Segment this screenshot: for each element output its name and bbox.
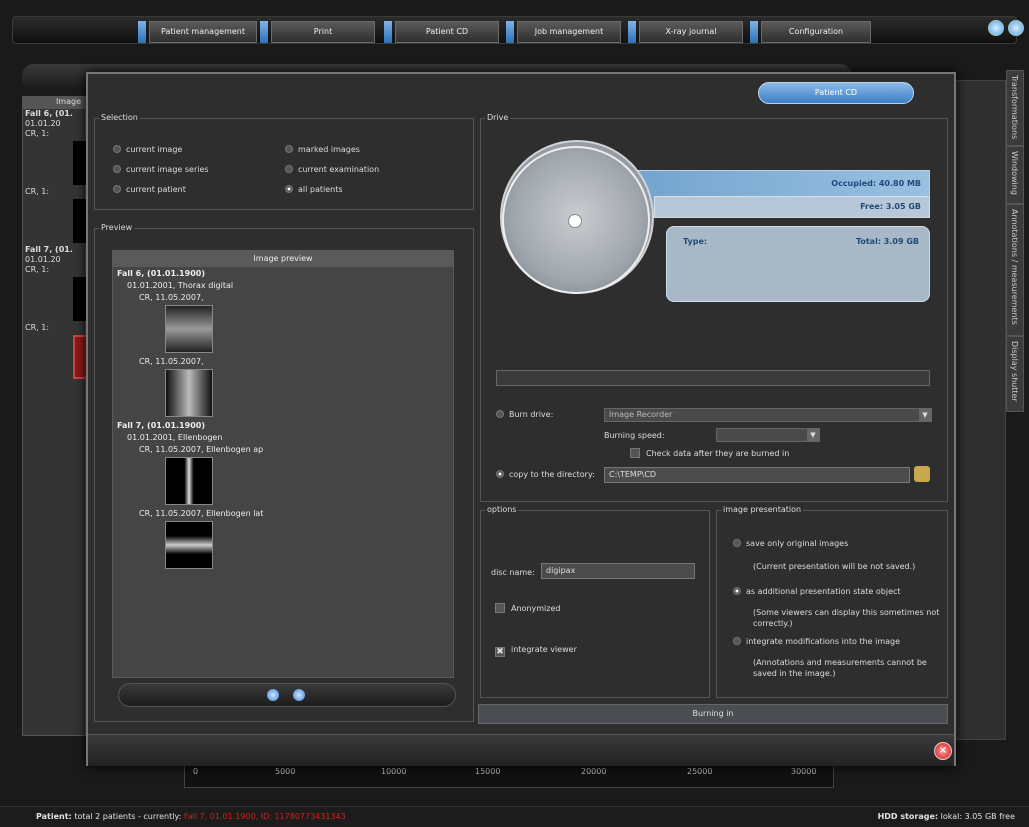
- close-icon[interactable]: ×: [934, 742, 952, 760]
- tab-xray-journal[interactable]: X-ray journal: [628, 21, 743, 43]
- burn-drive-select[interactable]: Image Recorder ▼: [604, 408, 932, 422]
- right-tool-panel: [956, 80, 1006, 740]
- total-label: Total: 3.09 GB: [855, 237, 919, 246]
- hdd-label: HDD storage:: [877, 812, 939, 821]
- radio-save-original[interactable]: save only original images: [733, 539, 848, 548]
- xray-thumbnail[interactable]: [165, 369, 213, 417]
- radio-integrate-modifications[interactable]: integrate modifications into the image: [733, 637, 900, 646]
- radio-current-patient[interactable]: current patient: [113, 185, 186, 194]
- patient-cd-dialog: Patient CD Selection current image marke…: [86, 72, 956, 766]
- tree-patient[interactable]: Fall 6, (01.01.1900): [117, 269, 205, 278]
- chevron-down-icon: ▼: [807, 429, 819, 441]
- tab-print[interactable]: Print: [260, 21, 375, 43]
- burning-in-button[interactable]: Burning in: [478, 704, 948, 724]
- tree-header: Image: [23, 97, 85, 109]
- note-original: (Current presentation will be not saved.…: [753, 562, 916, 571]
- options-group: options disc name: digipax Anonymized ✖ i…: [480, 505, 710, 698]
- tab-patient-management[interactable]: Patient management: [138, 21, 257, 43]
- radio-current-series[interactable]: current image series: [113, 165, 209, 174]
- radio-all-patients[interactable]: all patients: [285, 185, 343, 194]
- presentation-group: image presentation save only original im…: [716, 505, 948, 698]
- ruler-tick: 10000: [381, 767, 407, 776]
- main-menu-bar: Patient management Print Patient CD Job …: [12, 16, 1017, 44]
- radio-copy-directory[interactable]: copy to the directory:: [496, 470, 595, 479]
- image-preview-tree: Image preview Fall 6, (01.01.1900) 01.01…: [112, 250, 454, 678]
- tab-job-management[interactable]: Job management: [506, 21, 621, 43]
- zoom-in-icon[interactable]: [267, 689, 279, 701]
- xray-thumbnail[interactable]: [165, 521, 213, 569]
- tree-study[interactable]: 01.01.2001, Thorax digital: [127, 281, 233, 290]
- burn-speed-select[interactable]: ▼: [716, 428, 820, 442]
- zoom-out-icon[interactable]: [293, 689, 305, 701]
- xray-thumbnail[interactable]: [165, 305, 213, 353]
- burn-progress-bar: [496, 370, 930, 386]
- xray-thumbnail[interactable]: [165, 457, 213, 505]
- disc-name-label: disc name:: [491, 568, 535, 577]
- patient-tree: Image Fall 6, (01. 01.01.20 CR, 1: CR, 1…: [22, 96, 91, 736]
- current-patient: Fall 7, 01.01.1900, ID: 11780773431343: [183, 812, 346, 821]
- preview-zoom-bar: [118, 683, 456, 707]
- ruler-tick: 5000: [275, 767, 296, 776]
- tree-item[interactable]: Fall 6, (01.: [23, 109, 85, 119]
- directory-field[interactable]: C:\TEMP\CD: [604, 467, 910, 483]
- folder-icon[interactable]: [914, 466, 930, 482]
- radio-current-image[interactable]: current image: [113, 145, 182, 154]
- tab-annotations[interactable]: Annotations / measurements: [1006, 204, 1024, 336]
- dialog-title: Patient CD: [758, 82, 914, 104]
- radio-current-examination[interactable]: current examination: [285, 165, 379, 174]
- tree-item[interactable]: Fall 7, (01.: [23, 245, 85, 255]
- disk-hub: [568, 214, 582, 228]
- tree-series[interactable]: CR, 11.05.2007,: [139, 357, 204, 366]
- tree-series[interactable]: CR, 11.05.2007,: [139, 293, 204, 302]
- type-label: Type:: [683, 237, 708, 246]
- ruler-tick: 20000: [581, 767, 607, 776]
- tree-item[interactable]: CR, 1:: [23, 265, 85, 275]
- disc-name-field[interactable]: digipax: [541, 563, 695, 579]
- integrate-viewer-checkbox[interactable]: ✖ integrate viewer: [495, 645, 577, 657]
- tree-series[interactable]: CR, 11.05.2007, Ellenbogen lat: [139, 509, 263, 518]
- ruler-tick: 15000: [475, 767, 501, 776]
- minimize-icon[interactable]: [988, 20, 1004, 36]
- tree-patient[interactable]: Fall 7, (01.01.1900): [117, 421, 205, 430]
- tab-patient-cd[interactable]: Patient CD: [384, 21, 499, 43]
- note-presentation-state: (Some viewers can display this sometimes…: [753, 608, 940, 628]
- dialog-footer: [88, 734, 954, 766]
- ruler-tick: 25000: [687, 767, 713, 776]
- power-icon[interactable]: [1008, 20, 1024, 36]
- tab-configuration[interactable]: Configuration: [750, 21, 871, 43]
- patient-label: Patient:: [36, 812, 72, 821]
- tree-item[interactable]: 01.01.20: [23, 119, 85, 129]
- preview-header: Image preview: [113, 251, 453, 267]
- check-data-checkbox[interactable]: Check data after they are burned in: [630, 448, 789, 458]
- radio-presentation-state[interactable]: as additional presentation state object: [733, 587, 901, 596]
- ruler-tick: 30000: [791, 767, 817, 776]
- selection-group: Selection current image marked images cu…: [94, 113, 474, 210]
- anonymized-checkbox[interactable]: Anonymized: [495, 603, 560, 613]
- free-bar: Free: 3.05 GB: [654, 196, 930, 218]
- occupied-label: Occupied: 40.80 MB: [831, 179, 921, 188]
- note-integrate: (Annotations and measurements cannot be …: [753, 658, 927, 678]
- ruler-tick: 0: [193, 767, 199, 776]
- chevron-down-icon: ▼: [919, 409, 931, 421]
- radio-burn-drive[interactable]: Burn drive:: [496, 410, 553, 419]
- free-label: Free: 3.05 GB: [860, 202, 921, 211]
- radio-marked-images[interactable]: marked images: [285, 145, 360, 154]
- speed-label: Burning speed:: [604, 431, 665, 440]
- tree-item[interactable]: 01.01.20: [23, 255, 85, 265]
- tree-item[interactable]: CR, 1:: [23, 129, 85, 139]
- tree-series[interactable]: CR, 11.05.2007, Ellenbogen ap: [139, 445, 263, 454]
- tree-item[interactable]: CR, 1:: [23, 323, 85, 333]
- tab-display-shutter[interactable]: Display shutter: [1006, 336, 1024, 412]
- tree-study[interactable]: 01.01.2001, Ellenbogen: [127, 433, 222, 442]
- hdd-free: lokal: 3.05 GB free: [940, 812, 1015, 821]
- drive-info-box: Type: Total: 3.09 GB: [666, 226, 930, 302]
- tab-transformations[interactable]: Transformations: [1006, 70, 1024, 146]
- status-bar: Patient: total 2 patients - currently: F…: [0, 806, 1029, 827]
- patient-summary: total 2 patients - currently:: [74, 812, 182, 821]
- tree-item[interactable]: CR, 1:: [23, 187, 85, 197]
- tab-windowing[interactable]: Windowing: [1006, 146, 1024, 204]
